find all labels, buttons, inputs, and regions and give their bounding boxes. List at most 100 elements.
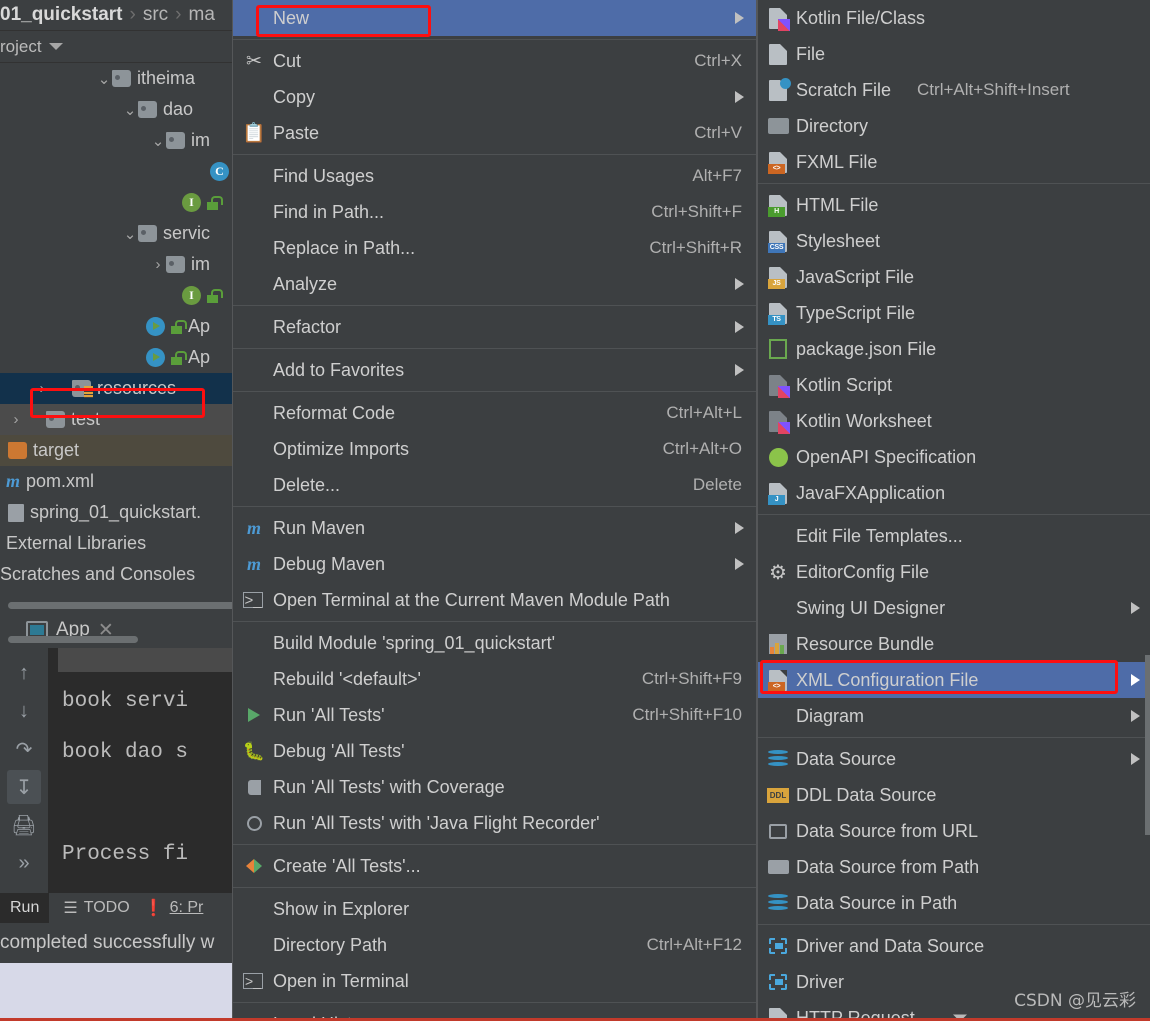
chevron-right-icon[interactable]: › — [34, 380, 50, 397]
tree-node-app-class[interactable]: Ap — [0, 342, 240, 373]
breadcrumb-project[interactable]: 01_quickstart — [0, 4, 123, 26]
menu-item-reformat-code[interactable]: Reformat Code Ctrl+Alt+L — [233, 395, 756, 431]
tree-node-app-class[interactable]: Ap — [0, 311, 240, 342]
submenu-item-resource-bundle[interactable]: Resource Bundle — [758, 626, 1150, 662]
tree-node-external-libraries[interactable]: External Libraries — [0, 528, 240, 559]
menu-item-copy[interactable]: Copy — [233, 79, 756, 115]
menu-item-refactor[interactable]: Refactor — [233, 309, 756, 345]
submenu-item-data-source-in-path[interactable]: Data Source in Path — [758, 885, 1150, 921]
menu-item-shortcut: Ctrl+X — [694, 51, 742, 70]
submenu-item-directory[interactable]: Directory — [758, 108, 1150, 144]
submenu-item-xml-configuration-file[interactable]: <> XML Configuration File — [758, 662, 1150, 698]
submenu-item-edit-file-templates[interactable]: Edit File Templates... — [758, 518, 1150, 554]
submenu-item-typescript-file[interactable]: TS TypeScript File — [758, 295, 1150, 331]
submenu-item-stylesheet[interactable]: CSS Stylesheet — [758, 223, 1150, 259]
tree-node-target[interactable]: target — [0, 435, 240, 466]
submenu-item-data-source-from-path[interactable]: Data Source from Path — [758, 849, 1150, 885]
menu-item-run-with-jfr[interactable]: Run 'All Tests' with 'Java Flight Record… — [233, 805, 756, 841]
menu-item-open-terminal-maven[interactable]: >_ Open Terminal at the Current Maven Mo… — [233, 582, 756, 618]
menu-item-show-in-explorer[interactable]: Show in Explorer — [233, 891, 756, 927]
console-scrollbar[interactable] — [8, 636, 138, 643]
submenu-scrollbar[interactable] — [1145, 655, 1150, 835]
menu-item-debug-all-tests[interactable]: 🐛 Debug 'All Tests' — [233, 733, 756, 769]
directory-icon — [766, 114, 790, 138]
tree-node-service-impl[interactable]: › im — [0, 249, 240, 280]
chevron-down-icon[interactable]: ⌄ — [96, 70, 112, 88]
menu-item-run-all-tests[interactable]: Run 'All Tests' Ctrl+Shift+F10 — [233, 697, 756, 733]
more-icon[interactable]: » — [7, 846, 41, 880]
tree-node-service[interactable]: ⌄ servic — [0, 218, 240, 249]
menu-item-replace-in-path[interactable]: Replace in Path... Ctrl+Shift+R — [233, 230, 756, 266]
tree-node-pom-xml[interactable]: m pom.xml — [0, 466, 240, 497]
tree-node-dao[interactable]: ⌄ dao — [0, 94, 240, 125]
chevron-down-icon[interactable]: ⌄ — [122, 101, 138, 119]
menu-item-find-in-path[interactable]: Find in Path... Ctrl+Shift+F — [233, 194, 756, 230]
menu-item-create-all-tests[interactable]: Create 'All Tests'... — [233, 848, 756, 884]
menu-item-new[interactable]: New — [233, 0, 756, 36]
scroll-to-end-icon[interactable]: ↧ — [7, 770, 41, 804]
menu-item-optimize-imports[interactable]: Optimize Imports Ctrl+Alt+O — [233, 431, 756, 467]
chevron-down-icon[interactable] — [48, 43, 63, 50]
chevron-down-icon[interactable]: ⌄ — [150, 132, 166, 150]
menu-item-build-module[interactable]: Build Module 'spring_01_quickstart' — [233, 625, 756, 661]
menu-item-run-with-coverage[interactable]: Run 'All Tests' with Coverage — [233, 769, 756, 805]
menu-item-paste[interactable]: 📋 Paste Ctrl+V — [233, 115, 756, 151]
status-tab-problems[interactable]: ❗ 6: Pr — [144, 898, 204, 918]
submenu-item-kotlin-file-class[interactable]: Kotlin File/Class — [758, 0, 1150, 36]
breadcrumb-segment-main[interactable]: ma — [189, 4, 215, 26]
tree-node-interface[interactable]: I — [0, 187, 240, 218]
submenu-item-diagram[interactable]: Diagram — [758, 698, 1150, 734]
tree-node-dao-impl[interactable]: ⌄ im — [0, 125, 240, 156]
tree-node-class[interactable]: C — [0, 156, 240, 187]
print-icon[interactable]: 🖨 — [7, 808, 41, 842]
javafx-file-icon: J — [766, 481, 790, 505]
arrow-up-icon[interactable]: ↑ — [7, 656, 41, 690]
menu-item-cut[interactable]: ✂ Cut Ctrl+X — [233, 43, 756, 79]
run-class-icon — [146, 348, 165, 367]
menu-item-debug-maven[interactable]: m Debug Maven — [233, 546, 756, 582]
menu-item-directory-path[interactable]: Directory Path Ctrl+Alt+F12 — [233, 927, 756, 963]
tree-node-interface[interactable]: I — [0, 280, 240, 311]
menu-item-rebuild[interactable]: Rebuild '<default>' Ctrl+Shift+F9 — [233, 661, 756, 697]
submenu-item-data-source-from-url[interactable]: Data Source from URL — [758, 813, 1150, 849]
submenu-item-scratch-file[interactable]: Scratch File Ctrl+Alt+Shift+Insert — [758, 72, 1150, 108]
status-tab-run[interactable]: Run — [0, 893, 50, 923]
submenu-item-fxml-file[interactable]: <> FXML File — [758, 144, 1150, 180]
project-tree-horizontal-scrollbar[interactable] — [8, 602, 240, 609]
submenu-item-editorconfig-file[interactable]: ⚙ EditorConfig File — [758, 554, 1150, 590]
tree-node-scratches-and-consoles[interactable]: Scratches and Consoles — [0, 559, 240, 590]
submenu-item-ddl-data-source[interactable]: DDL DDL Data Source — [758, 777, 1150, 813]
menu-item-analyze[interactable]: Analyze — [233, 266, 756, 302]
submenu-item-driver-and-data-source[interactable]: Driver and Data Source — [758, 928, 1150, 964]
menu-item-delete[interactable]: Delete... Delete — [233, 467, 756, 503]
tree-node-itheima[interactable]: ⌄ itheima — [0, 63, 240, 94]
submenu-item-kotlin-script[interactable]: Kotlin Script — [758, 367, 1150, 403]
arrow-down-icon[interactable]: ↓ — [7, 694, 41, 728]
submenu-item-swing-ui-designer[interactable]: Swing UI Designer — [758, 590, 1150, 626]
menu-item-run-maven[interactable]: m Run Maven — [233, 510, 756, 546]
submenu-item-package-json-file[interactable]: package.json File — [758, 331, 1150, 367]
menu-item-open-in-terminal[interactable]: >_ Open in Terminal — [233, 963, 756, 999]
menu-item-add-to-favorites[interactable]: Add to Favorites — [233, 352, 756, 388]
lock-open-icon — [207, 288, 223, 303]
chevron-right-icon[interactable]: › — [150, 256, 166, 273]
submenu-item-javascript-file[interactable]: JS JavaScript File — [758, 259, 1150, 295]
submenu-item-data-source[interactable]: Data Source — [758, 741, 1150, 777]
tree-node-iml[interactable]: spring_01_quickstart. — [0, 497, 240, 528]
menu-item-shortcut: Ctrl+Alt+L — [666, 403, 742, 422]
status-tab-todo[interactable]: ☰ TODO — [63, 898, 129, 918]
submenu-item-openapi-specification[interactable]: OpenAPI Specification — [758, 439, 1150, 475]
tree-node-test[interactable]: › test — [0, 404, 240, 435]
scissors-icon: ✂ — [246, 50, 262, 72]
chevron-down-icon[interactable]: ⌄ — [122, 225, 138, 243]
soft-wrap-icon[interactable]: ↷ — [7, 732, 41, 766]
submenu-item-javafx-application[interactable]: J JavaFXApplication — [758, 475, 1150, 511]
submenu-item-file[interactable]: File — [758, 36, 1150, 72]
submenu-item-kotlin-worksheet[interactable]: Kotlin Worksheet — [758, 403, 1150, 439]
submenu-item-html-file[interactable]: H HTML File — [758, 187, 1150, 223]
tree-node-resources[interactable]: › resources — [0, 373, 240, 404]
breadcrumb-segment-src[interactable]: src — [143, 4, 168, 26]
menu-item-find-usages[interactable]: Find Usages Alt+F7 — [233, 158, 756, 194]
project-panel-header[interactable]: roject — [0, 31, 240, 63]
chevron-right-icon[interactable]: › — [8, 411, 24, 428]
